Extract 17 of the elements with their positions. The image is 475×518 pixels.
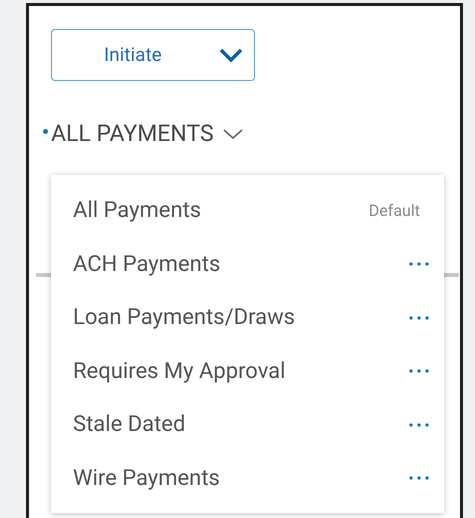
menu-item[interactable]: Requires My Approval	[51, 344, 444, 398]
bullet-icon	[43, 128, 48, 134]
more-icon[interactable]	[408, 368, 430, 374]
menu-item[interactable]: Wire Payments	[51, 452, 444, 505]
more-icon[interactable]	[408, 261, 430, 268]
more-icon[interactable]	[408, 314, 430, 321]
view-selector[interactable]: ALL PAYMENTS	[51, 117, 244, 152]
chevron-down-icon	[222, 127, 244, 142]
more-icon[interactable]	[408, 422, 430, 428]
menu-item[interactable]: Stale Dated	[51, 398, 444, 452]
more-icon[interactable]	[408, 475, 430, 482]
chevron-down-icon	[218, 47, 244, 63]
menu-item[interactable]: ACH Payments	[51, 238, 444, 291]
default-label: Default	[368, 200, 420, 222]
menu-item[interactable]: Loan Payments/Draws	[51, 291, 444, 344]
menu-item[interactable]: All Payments Default	[51, 184, 444, 238]
initiate-button[interactable]: Initiate	[51, 29, 255, 81]
